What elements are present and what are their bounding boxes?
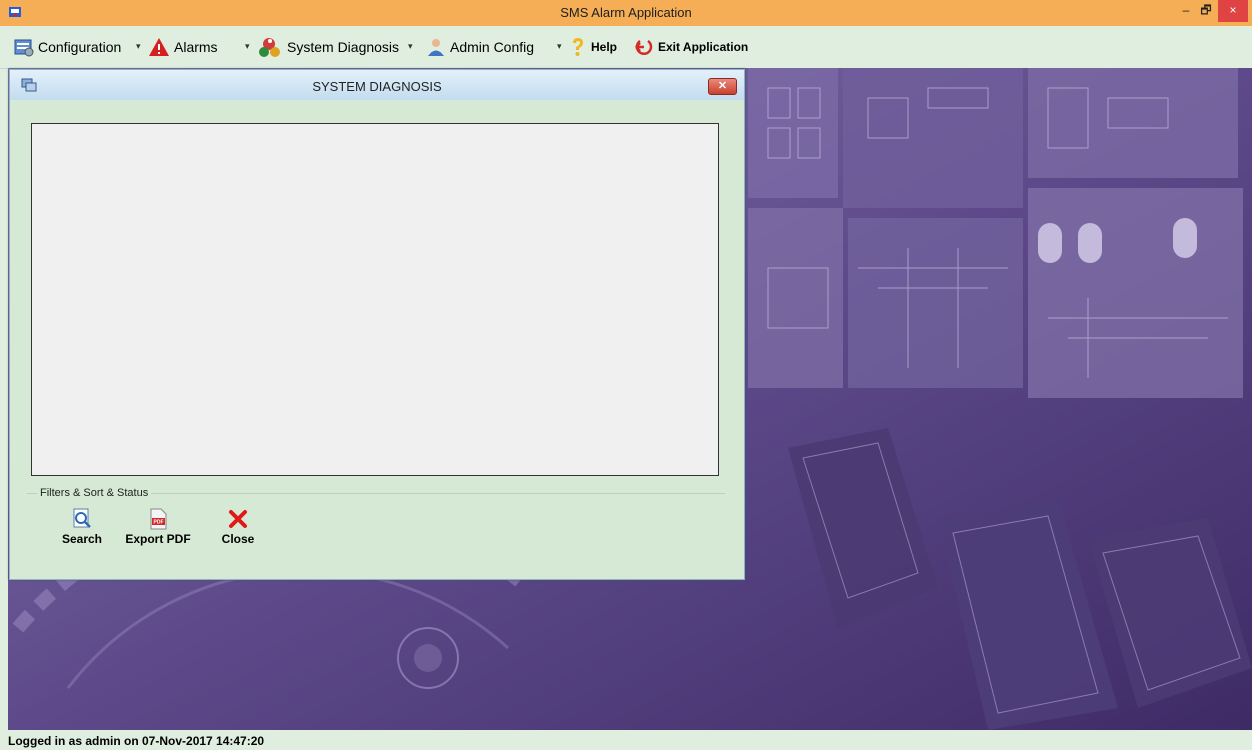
configuration-icon [14,39,34,57]
menu-admin-config[interactable]: Admin Config [426,36,534,58]
menu-system-diagnosis-label: System Diagnosis [287,39,400,55]
pdf-icon: PDF [150,508,167,530]
system-diagnosis-icon [259,38,280,57]
diagnosis-results-grid[interactable] [31,123,719,476]
chevron-down-icon[interactable]: ▾ [245,41,250,52]
dialog-close-button[interactable]: ✕ [708,78,737,95]
menu-alarms-label: Alarms [174,39,218,55]
filters-group-label: Filters & Sort & Status [37,487,152,499]
menu-help-label: Help [591,40,618,54]
search-icon [73,508,91,528]
exit-icon [635,39,653,55]
menu-exit-application-label: Exit Application [658,40,749,54]
login-status-text: Logged in as admin on 07-Nov-2017 14:47:… [8,734,265,748]
menu-alarms[interactable]: Alarms [148,36,218,58]
chevron-down-icon[interactable]: ▾ [557,41,562,52]
help-icon [573,38,583,56]
close-button-label: Close [221,532,255,546]
status-bar: Logged in as admin on 07-Nov-2017 14:47:… [0,730,1252,750]
export-pdf-button-label: Export PDF [125,532,191,546]
menu-help[interactable]: Help [569,36,617,58]
chevron-down-icon[interactable]: ▾ [408,41,413,52]
search-button-label: Search [61,532,103,546]
search-button[interactable]: Search [47,508,117,556]
restore-button[interactable]: 🗗 [1196,0,1216,22]
window-title: SMS Alarm Application [560,5,692,20]
admin-user-icon [428,39,444,56]
menu-admin-config-label: Admin Config [450,39,535,55]
filters-group: Filters & Sort & Status Search PDF Expor… [27,487,725,570]
chevron-down-icon[interactable]: ▾ [136,41,141,52]
menu-configuration-label: Configuration [38,39,122,55]
menu-bar: Configuration ▾ Alarms ▾ System Diagnosi… [0,26,1252,69]
system-diagnosis-dialog: SYSTEM DIAGNOSIS ✕ Filters & Sort & Stat… [9,69,745,580]
minimize-button[interactable]: – [1176,0,1196,22]
menu-exit-application[interactable]: Exit Application [634,36,748,58]
close-window-button[interactable]: × [1218,0,1248,22]
close-icon [229,510,247,528]
menu-system-diagnosis[interactable]: System Diagnosis [257,36,399,58]
export-pdf-button[interactable]: PDF Export PDF [123,508,193,556]
close-button[interactable]: Close [203,508,273,556]
menu-configuration[interactable]: Configuration [14,36,121,58]
window-titlebar: SMS Alarm Application – 🗗 × [0,0,1252,26]
dialog-title: SYSTEM DIAGNOSIS [312,79,442,94]
pdf-badge-text: PDF [154,520,164,526]
dialog-titlebar: SYSTEM DIAGNOSIS ✕ [10,70,744,100]
alarm-warning-icon [149,38,169,56]
